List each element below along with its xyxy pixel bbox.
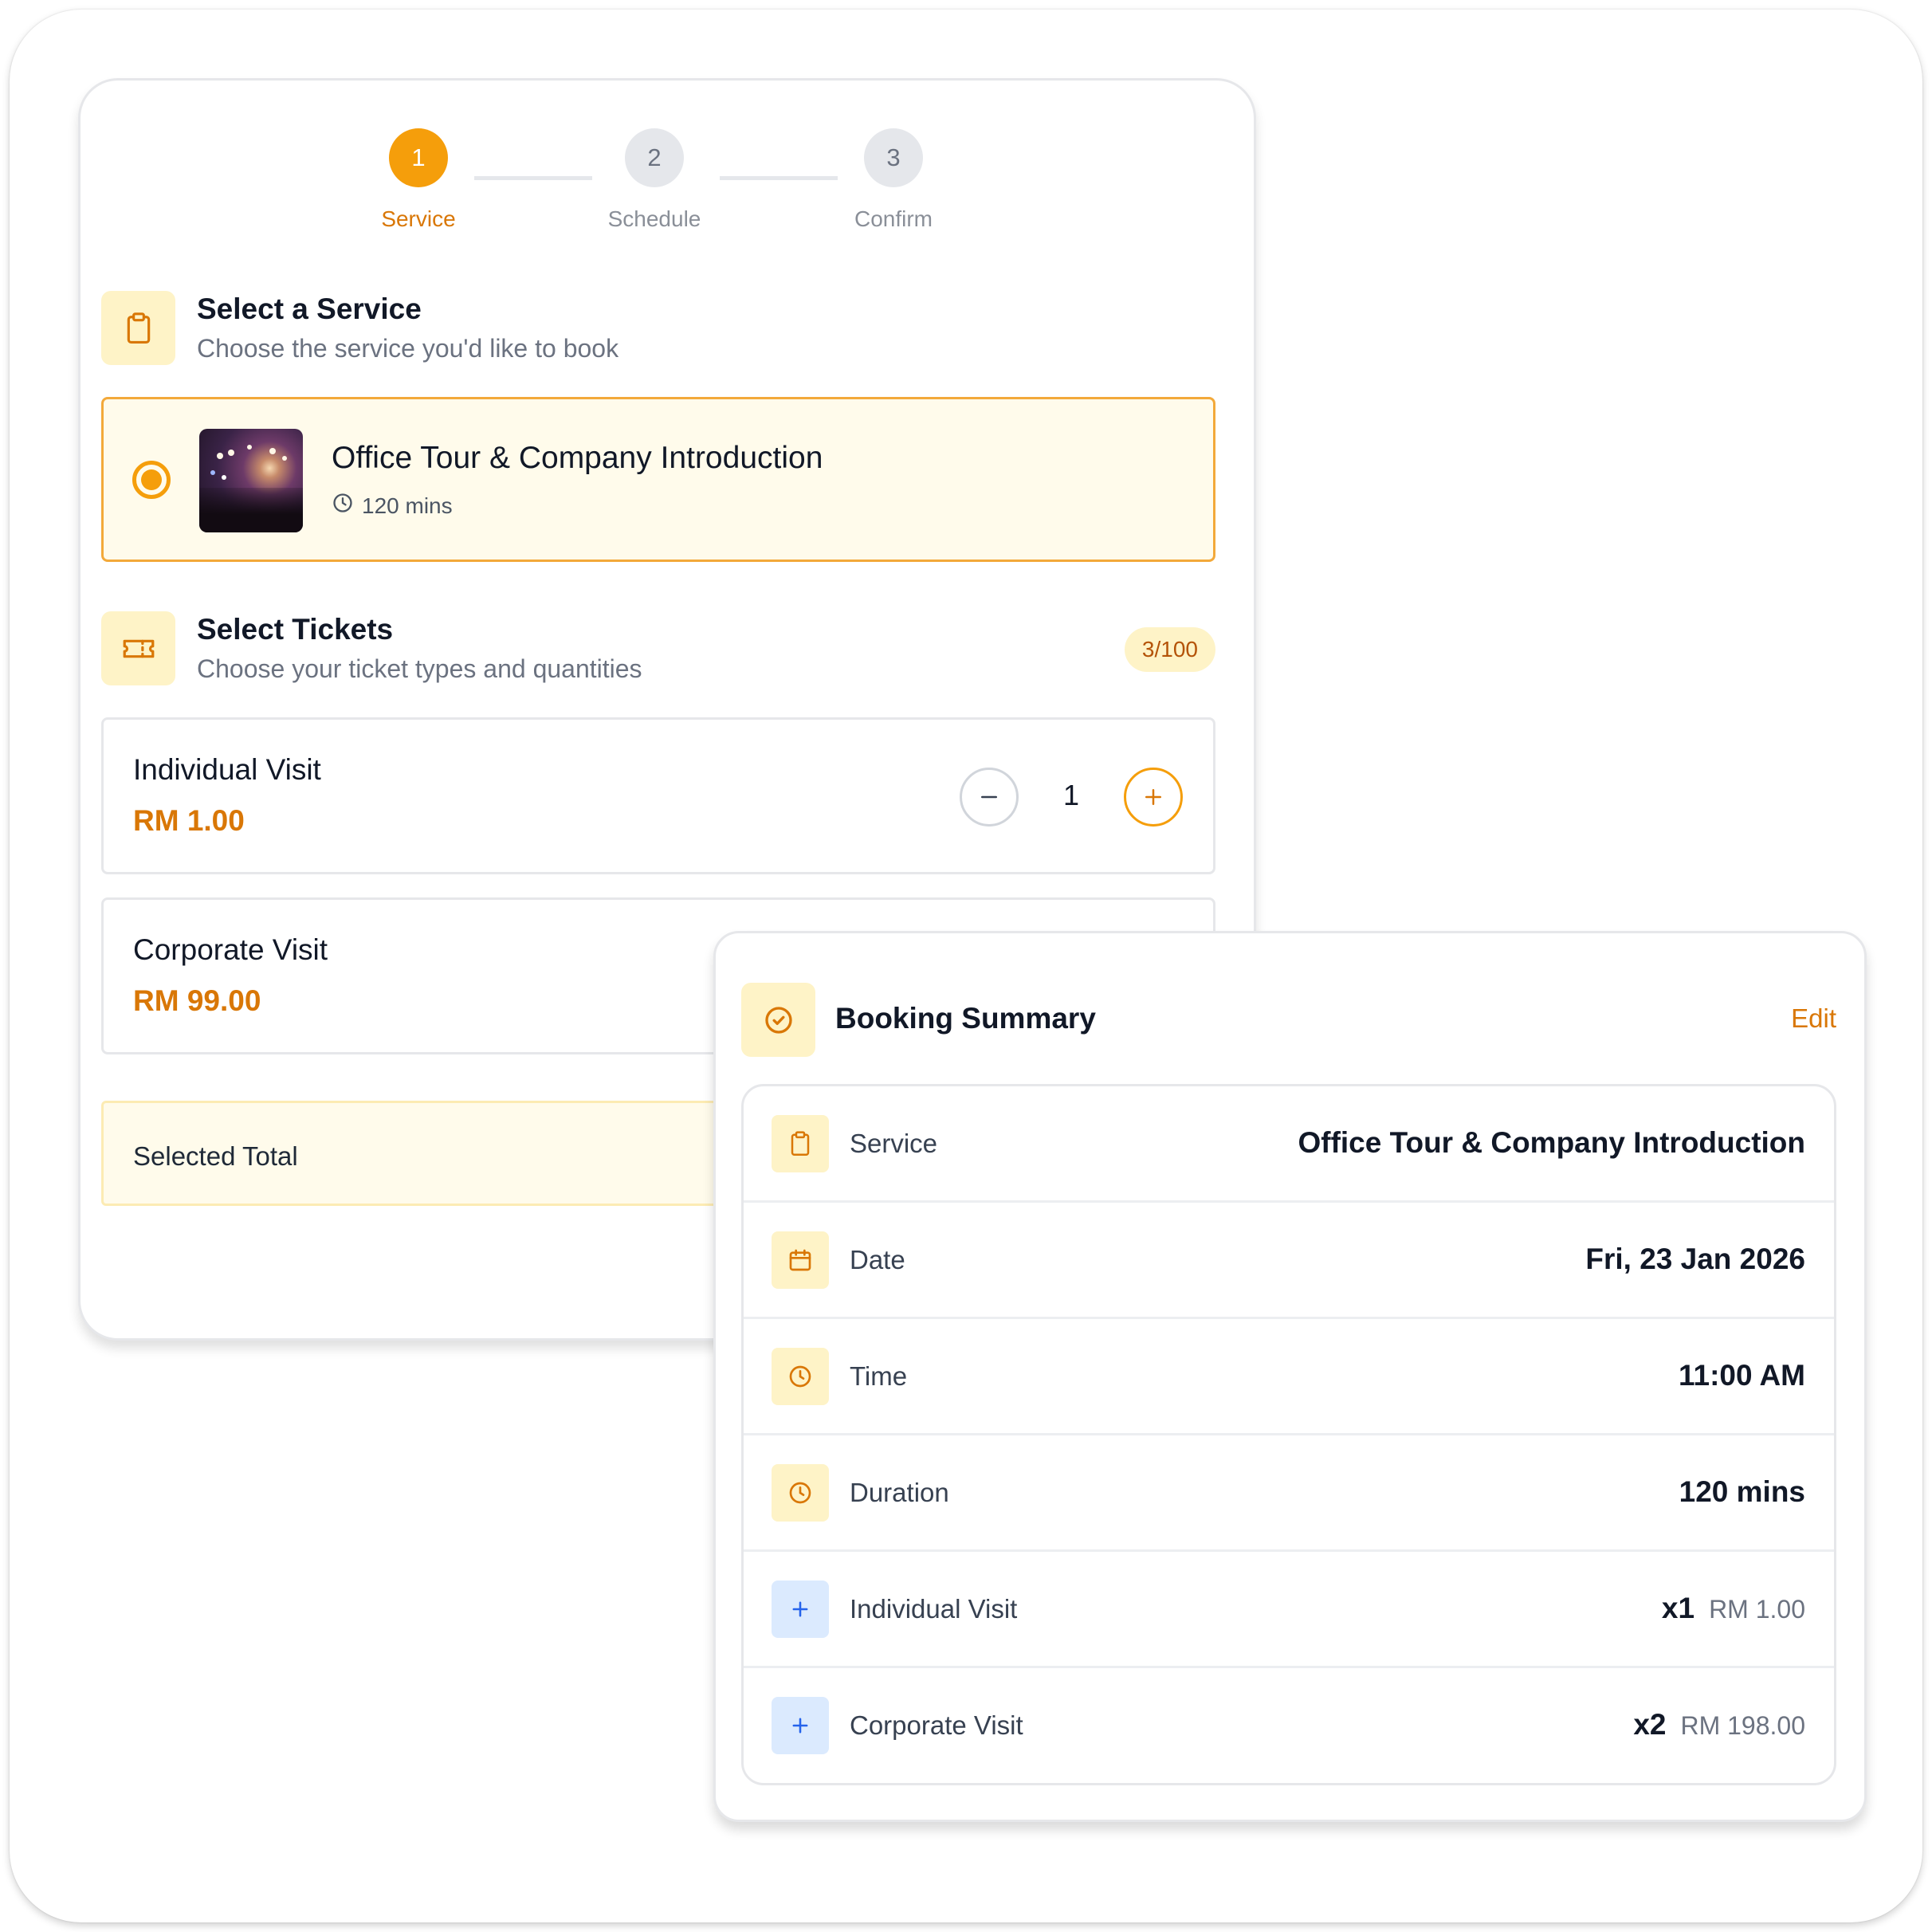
section-subtitle: Choose the service you'd like to book — [197, 334, 619, 363]
ticket-amount: RM 198.00 — [1680, 1711, 1805, 1740]
summary-ticket-value: x1 RM 1.00 — [1662, 1592, 1805, 1625]
booking-summary-card: Booking Summary Edit Service Office Tour… — [713, 931, 1867, 1822]
summary-label: Service — [850, 1129, 938, 1158]
crowd-silhouette — [199, 488, 303, 532]
edit-link[interactable]: Edit — [1791, 1003, 1836, 1034]
stage-light — [222, 475, 226, 480]
progress-stepper: 1 Service 2 Schedule 3 Confirm — [80, 80, 1254, 240]
stage-light — [247, 445, 252, 450]
stage-light — [217, 453, 223, 459]
ticket-amount: RM 1.00 — [1709, 1595, 1805, 1624]
summary-list: Service Office Tour & Company Introducti… — [741, 1084, 1836, 1785]
plus-icon — [772, 1697, 829, 1754]
summary-value: Office Tour & Company Introduction — [1298, 1126, 1805, 1159]
service-thumbnail — [199, 429, 303, 532]
step-label: Confirm — [854, 206, 933, 231]
section-subtitle: Choose your ticket types and quantities — [197, 654, 642, 683]
quantity-stepper: 1 — [960, 768, 1183, 827]
summary-label: Date — [850, 1245, 905, 1274]
app-frame: 1 Service 2 Schedule 3 Confirm Select a … — [10, 10, 1922, 1922]
summary-label: Individual Visit — [850, 1594, 1018, 1624]
section-title: Select Tickets — [197, 613, 394, 646]
clipboard-icon — [772, 1115, 829, 1172]
step-number: 3 — [864, 128, 923, 187]
clipboard-icon — [101, 291, 175, 365]
summary-title: Booking Summary — [835, 1002, 1096, 1035]
plus-icon — [1145, 789, 1161, 805]
total-label: Selected Total — [133, 1141, 298, 1171]
clock-icon — [772, 1464, 829, 1522]
summary-row-ticket-individual: Individual Visit x1 RM 1.00 — [744, 1552, 1834, 1668]
summary-label: Corporate Visit — [850, 1710, 1023, 1740]
stage-light — [282, 456, 287, 461]
summary-row-duration: Duration 120 mins — [744, 1435, 1834, 1552]
section-title: Select a Service — [197, 293, 422, 325]
minus-icon — [981, 795, 997, 799]
summary-row-ticket-corporate: Corporate Visit x2 RM 198.00 — [744, 1668, 1834, 1783]
summary-label: Duration — [850, 1478, 949, 1507]
calendar-icon — [772, 1231, 829, 1289]
summary-label: Time — [850, 1361, 908, 1391]
clock-icon — [772, 1348, 829, 1405]
service-option-card[interactable]: Office Tour & Company Introduction 120 m… — [101, 397, 1215, 562]
step-label: Service — [381, 206, 456, 231]
plus-icon — [772, 1581, 829, 1638]
stage-light — [210, 470, 215, 475]
summary-ticket-value: x2 RM 198.00 — [1633, 1708, 1805, 1742]
ticket-price: RM 1.00 — [133, 804, 245, 837]
ticket-name: Individual Visit — [133, 753, 321, 786]
radio-dot — [141, 469, 162, 490]
ticket-capacity-badge: 3/100 — [1124, 627, 1215, 672]
service-name: Office Tour & Company Introduction — [332, 441, 823, 475]
service-duration: 120 mins — [332, 492, 453, 520]
tickets-section-header: Select Tickets Choose your ticket types … — [101, 611, 1215, 688]
summary-value: 11:00 AM — [1678, 1359, 1805, 1392]
check-circle-icon — [741, 983, 815, 1057]
step-schedule[interactable]: 2 Schedule — [575, 128, 734, 232]
summary-header: Booking Summary Edit — [741, 983, 1836, 1057]
summary-row-service: Service Office Tour & Company Introducti… — [744, 1086, 1834, 1203]
decrease-button[interactable] — [960, 768, 1019, 827]
summary-row-date: Date Fri, 23 Jan 2026 — [744, 1203, 1834, 1319]
ticket-quantity: x2 — [1633, 1708, 1667, 1741]
increase-button[interactable] — [1124, 768, 1183, 827]
ticket-row-individual: Individual Visit RM 1.00 1 — [101, 717, 1215, 874]
ticket-quantity: x1 — [1661, 1592, 1695, 1624]
clock-icon — [332, 492, 354, 520]
step-service[interactable]: 1 Service — [339, 128, 498, 232]
ticket-price: RM 99.00 — [133, 984, 261, 1017]
service-section-header: Select a Service Choose the service you'… — [101, 291, 1215, 367]
step-number: 2 — [625, 128, 684, 187]
ticket-icon — [101, 611, 175, 685]
summary-value: Fri, 23 Jan 2026 — [1585, 1243, 1805, 1275]
service-radio[interactable] — [132, 461, 171, 499]
ticket-name: Corporate Visit — [133, 933, 328, 966]
summary-row-time: Time 11:00 AM — [744, 1319, 1834, 1435]
quantity-value: 1 — [1062, 779, 1080, 811]
stage-light — [269, 448, 276, 454]
duration-text: 120 mins — [362, 493, 453, 518]
step-confirm[interactable]: 3 Confirm — [814, 128, 973, 232]
stage-light — [228, 450, 234, 456]
step-number: 1 — [389, 128, 448, 187]
step-label: Schedule — [607, 206, 701, 231]
summary-value: 120 mins — [1679, 1475, 1805, 1508]
